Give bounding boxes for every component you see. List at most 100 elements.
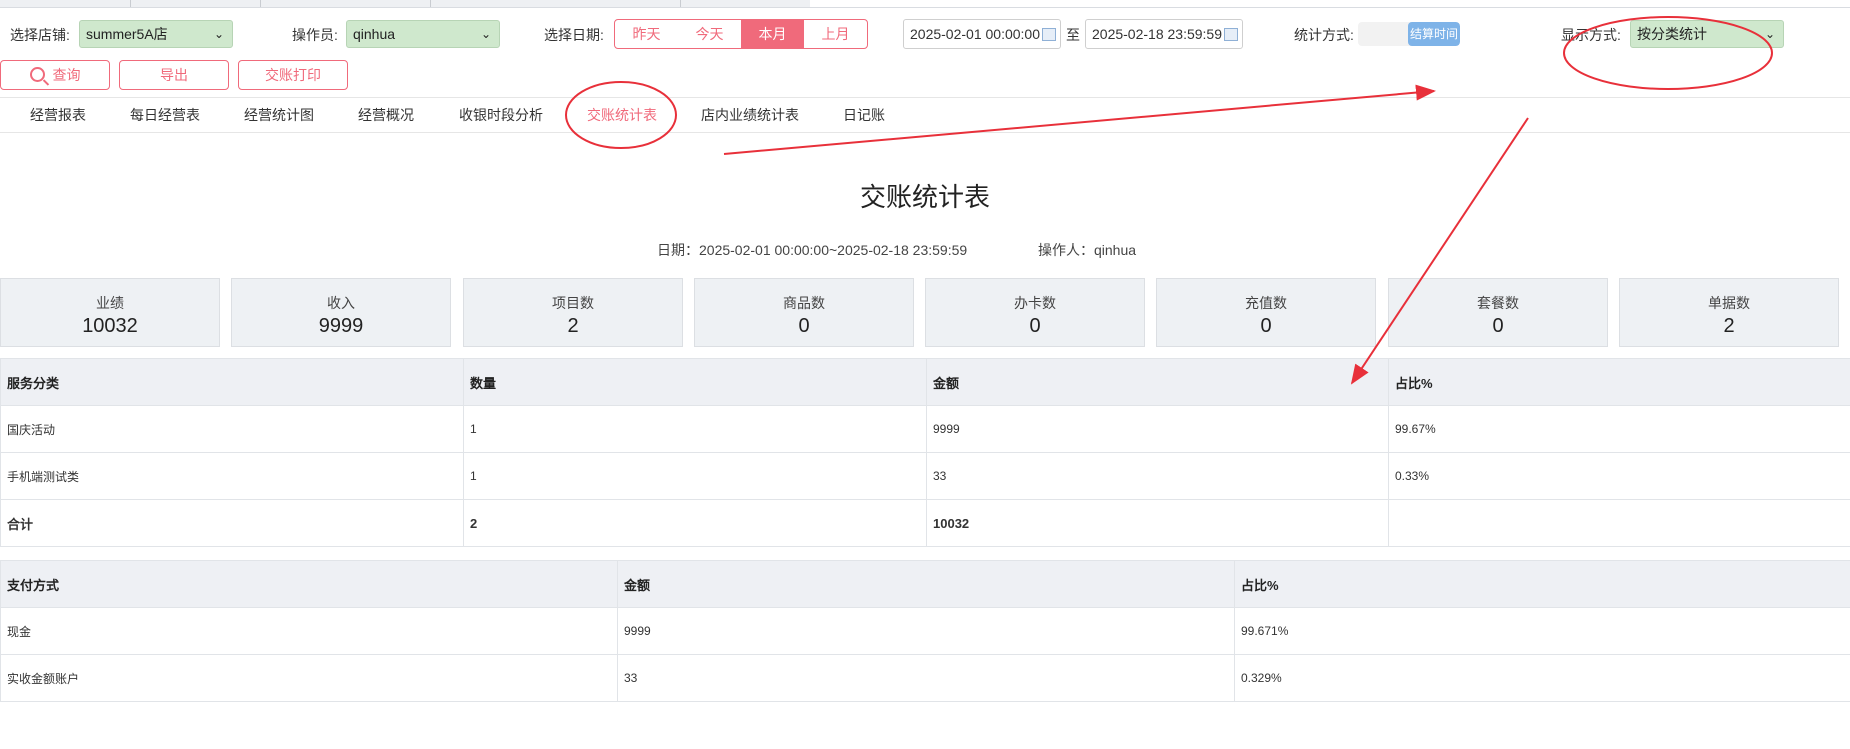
card-value: 0 — [1029, 315, 1041, 337]
table-row: 手机端测试类 1 33 0.33% — [0, 452, 1850, 500]
table-cell: 现金 — [0, 607, 618, 655]
query-button[interactable]: 查询 — [0, 60, 110, 90]
card-label: 项目数 — [552, 295, 594, 311]
date-btn-this-month[interactable]: 本月 — [741, 20, 804, 48]
card-value: 0 — [798, 315, 810, 337]
tab-handover-stats[interactable]: 交账统计表 — [587, 98, 657, 132]
card-value: 10032 — [82, 315, 138, 337]
operator-select[interactable]: qinhua ⌄ — [346, 20, 500, 48]
report-tabs: 经营报表 每日经营表 经营统计图 经营概况 收银时段分析 交账统计表 店内业绩统… — [0, 97, 1850, 133]
table-row: 现金 9999 99.671% — [0, 607, 1850, 655]
browser-tab-strip — [0, 0, 1850, 8]
date-start-input[interactable]: 2025-02-01 00:00:00 — [903, 19, 1061, 49]
date-end-value: 2025-02-18 23:59:59 — [1092, 26, 1222, 42]
chevron-down-icon: ⌄ — [480, 27, 491, 41]
operator-select-value: qinhua — [353, 26, 396, 42]
table-cell: 33 — [617, 654, 1235, 702]
card-value: 2 — [567, 315, 579, 337]
table-cell: 0.33% — [1388, 452, 1850, 500]
summary-card-income: 收入 9999 — [231, 278, 451, 347]
stat-method-toggle[interactable]: 结算时间 — [1358, 22, 1460, 46]
table-cell: 99.67% — [1388, 405, 1850, 453]
table-cell: 9999 — [617, 607, 1235, 655]
card-value: 0 — [1492, 315, 1504, 337]
browser-tab[interactable] — [260, 0, 431, 7]
export-button[interactable]: 导出 — [119, 60, 229, 90]
card-label: 套餐数 — [1477, 295, 1519, 311]
summary-card-orders: 单据数 2 — [1619, 278, 1839, 347]
date-btn-yesterday[interactable]: 昨天 — [615, 20, 678, 48]
calendar-icon[interactable] — [1042, 28, 1056, 41]
browser-tab[interactable] — [130, 0, 261, 7]
store-label: 选择店铺: — [10, 27, 70, 43]
card-label: 充值数 — [1245, 295, 1287, 311]
card-value: 2 — [1723, 315, 1735, 337]
column-header: 数量 — [463, 358, 927, 406]
summary-card-recharge: 充值数 0 — [1156, 278, 1376, 347]
card-label: 办卡数 — [1014, 295, 1056, 311]
table-cell: 99.671% — [1234, 607, 1850, 655]
card-label: 业绩 — [96, 295, 124, 311]
query-button-label: 查询 — [52, 67, 81, 83]
table-cell: 国庆活动 — [0, 405, 464, 453]
summary-card-performance: 业绩 10032 — [0, 278, 220, 347]
service-category-table: 服务分类 数量 金额 占比% 国庆活动 1 9999 99.67% 手机端测试类… — [0, 358, 1850, 547]
browser-tab[interactable] — [430, 0, 681, 7]
browser-tab[interactable] — [680, 0, 811, 7]
table-cell: 合计 — [0, 499, 464, 547]
table-cell: 2 — [463, 499, 927, 547]
table-cell: 33 — [926, 452, 1389, 500]
date-label: 选择日期: — [544, 27, 604, 43]
browser-tab-active[interactable] — [810, 0, 1850, 7]
table-row: 实收金额账户 33 0.329% — [0, 654, 1850, 702]
table-cell: 0.329% — [1234, 654, 1850, 702]
tab-daily-report[interactable]: 每日经营表 — [130, 98, 200, 132]
browser-tab[interactable] — [0, 0, 131, 7]
store-select-value: summer5A店 — [86, 26, 168, 42]
summary-card-cards: 办卡数 0 — [925, 278, 1145, 347]
date-btn-today[interactable]: 今天 — [678, 20, 741, 48]
table-header-row: 支付方式 金额 占比% — [0, 560, 1850, 608]
store-select[interactable]: summer5A店 ⌄ — [79, 20, 233, 48]
tab-cashier-period[interactable]: 收银时段分析 — [459, 98, 543, 132]
column-header: 服务分类 — [0, 358, 464, 406]
print-button[interactable]: 交账打印 — [238, 60, 348, 90]
table-header-row: 服务分类 数量 金额 占比% — [0, 358, 1850, 406]
table-cell: 9999 — [926, 405, 1389, 453]
date-start-value: 2025-02-01 00:00:00 — [910, 26, 1040, 42]
date-btn-last-month[interactable]: 上月 — [804, 20, 867, 48]
display-mode-select[interactable]: 按分类统计 ⌄ — [1630, 20, 1784, 48]
chevron-down-icon: ⌄ — [1764, 27, 1775, 41]
stat-method-option: 结算时间 — [1408, 22, 1460, 46]
tab-business-report[interactable]: 经营报表 — [30, 98, 86, 132]
tab-stat-chart[interactable]: 经营统计图 — [244, 98, 314, 132]
operator-label: 操作员: — [292, 27, 338, 43]
card-label: 单据数 — [1708, 295, 1750, 311]
tab-journal[interactable]: 日记账 — [843, 98, 885, 132]
stat-method-label: 统计方式: — [1294, 27, 1354, 43]
tab-overview[interactable]: 经营概况 — [358, 98, 414, 132]
table-cell: 1 — [463, 452, 927, 500]
date-end-input[interactable]: 2025-02-18 23:59:59 — [1085, 19, 1243, 49]
chevron-down-icon: ⌄ — [213, 27, 224, 41]
calendar-icon[interactable] — [1224, 28, 1238, 41]
column-header: 金额 — [926, 358, 1389, 406]
report-title: 交账统计表 — [859, 182, 990, 212]
table-row: 国庆活动 1 9999 99.67% — [0, 405, 1850, 453]
card-value: 0 — [1260, 315, 1272, 337]
table-cell — [1388, 499, 1850, 547]
report-operator: 操作人：qinhua — [1038, 242, 1137, 258]
card-label: 收入 — [327, 295, 355, 311]
summary-card-packages: 套餐数 0 — [1388, 278, 1608, 347]
table-cell: 手机端测试类 — [0, 452, 464, 500]
search-icon — [29, 67, 45, 82]
summary-card-items: 项目数 2 — [463, 278, 683, 347]
table-cell: 10032 — [926, 499, 1389, 547]
payment-method-table: 支付方式 金额 占比% 现金 9999 99.671% 实收金额账户 33 0.… — [0, 560, 1850, 702]
date-quick-select: 昨天 今天 本月 上月 — [614, 19, 868, 49]
table-total-row: 合计 2 10032 — [0, 499, 1850, 547]
table-cell: 实收金额账户 — [0, 654, 618, 702]
card-value: 9999 — [318, 315, 364, 337]
display-mode-label: 显示方式: — [1561, 27, 1621, 43]
tab-store-performance[interactable]: 店内业绩统计表 — [701, 98, 799, 132]
